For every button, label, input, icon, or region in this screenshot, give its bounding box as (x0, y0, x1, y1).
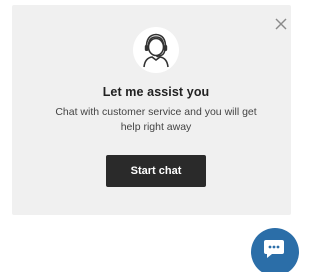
chat-bubble-icon (263, 239, 285, 259)
chat-widget-page: Let me assist you Chat with customer ser… (0, 0, 299, 272)
customer-service-agent-icon (133, 27, 179, 73)
widget-title: Let me assist you (102, 85, 210, 99)
close-icon (273, 16, 289, 32)
widget-subtitle: Chat with customer service and you will … (55, 106, 257, 133)
chat-invitation-card: Let me assist you Chat with customer ser… (12, 5, 291, 215)
chat-launcher-button[interactable] (251, 228, 299, 272)
start-chat-button[interactable]: Start chat (106, 155, 206, 187)
agent-avatar (133, 27, 179, 73)
close-button[interactable] (273, 16, 289, 32)
